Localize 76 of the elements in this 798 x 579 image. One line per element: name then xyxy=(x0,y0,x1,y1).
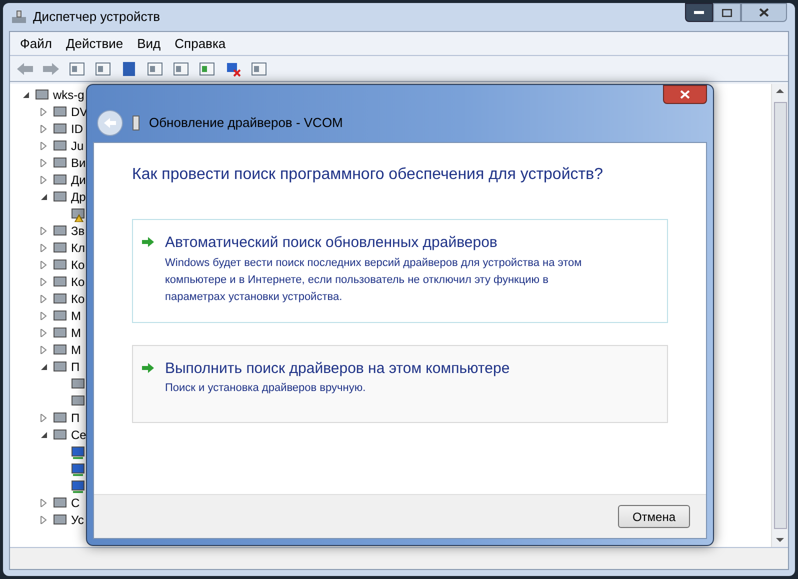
forward-arrow-icon[interactable] xyxy=(42,60,60,76)
window-title: Диспетчер устройств xyxy=(33,8,160,26)
menu-item[interactable]: Справка xyxy=(174,34,226,54)
tree-item[interactable]: Ви xyxy=(71,154,86,172)
tree-item[interactable]: Ко xyxy=(71,256,85,274)
device-icon xyxy=(52,426,68,442)
search-option[interactable]: Выполнить поиск драйверов на этом компьютере Поиск и установка драйверов вручную. xyxy=(132,344,668,422)
device-icon xyxy=(52,154,68,170)
tree-item[interactable]: ID xyxy=(71,120,83,138)
option-description: Windows будет вести поиск последних версий драйверов для устройства на этом компьютере и в Интернете, если пользователь не отключил эту функцию в параметрах установки устройства. xyxy=(165,256,583,304)
close-button[interactable] xyxy=(741,3,787,22)
tree-item[interactable]: П xyxy=(71,358,80,376)
tree-item[interactable]: М xyxy=(71,324,81,342)
warning-device-icon xyxy=(70,206,86,222)
tree-item[interactable]: Ус xyxy=(71,510,84,528)
tree-item[interactable]: С xyxy=(71,494,80,512)
close-icon xyxy=(759,8,769,17)
scrollbar[interactable] xyxy=(771,84,788,547)
device-icon xyxy=(52,342,68,358)
tree-item[interactable]: Др xyxy=(71,188,86,206)
device-icon xyxy=(52,494,68,510)
device-icon xyxy=(52,358,68,374)
cancel-button[interactable]: Отмена xyxy=(618,505,690,528)
tree-item[interactable]: wks-g xyxy=(53,86,84,104)
network-card-icon xyxy=(70,460,86,476)
device-icon xyxy=(52,120,68,136)
device-icon xyxy=(52,290,68,306)
tree-item[interactable]: Ju xyxy=(71,136,84,154)
device-icon xyxy=(52,172,68,188)
device-icon xyxy=(70,376,86,392)
tree-item[interactable]: Кл xyxy=(71,238,85,256)
close-icon xyxy=(680,90,690,99)
tree-item[interactable]: М xyxy=(71,340,81,358)
tree-item[interactable]: Се xyxy=(71,426,86,444)
device-icon xyxy=(52,274,68,290)
device-icon xyxy=(52,324,68,340)
back-arrow-icon[interactable] xyxy=(16,60,34,76)
arrow-icon xyxy=(141,362,155,374)
device-icon xyxy=(52,308,68,324)
device-icon xyxy=(52,222,68,238)
computer-icon xyxy=(11,9,27,25)
tree-item[interactable]: Ко xyxy=(71,290,85,308)
tree-item[interactable]: Ко xyxy=(71,272,85,290)
dialog-heading: Как провести поиск программного обеспечения для устройств? xyxy=(132,165,604,185)
device-icon xyxy=(34,86,50,102)
network-card-icon xyxy=(70,444,86,460)
device-icon xyxy=(52,240,68,256)
device-icon xyxy=(70,392,86,408)
search-option[interactable] xyxy=(132,219,668,322)
maximize-icon xyxy=(722,8,732,16)
maximize-button[interactable] xyxy=(713,3,741,22)
menu-item[interactable]: Вид xyxy=(137,34,161,54)
port-device-icon xyxy=(131,115,141,131)
device-icon xyxy=(52,410,68,426)
option-title: Автоматический поиск обновленных драйверов xyxy=(165,233,498,253)
option-title: Выполнить поиск драйверов на этом компьютере xyxy=(165,358,510,378)
menu-item[interactable]: Файл xyxy=(20,34,52,54)
dialog-title: Обновление драйверов - VCOM xyxy=(149,114,343,132)
back-button[interactable] xyxy=(97,110,123,136)
minimize-button[interactable] xyxy=(685,3,713,22)
device-icon xyxy=(52,138,68,154)
dialog-close-button[interactable] xyxy=(663,85,707,104)
tree-item[interactable]: П xyxy=(71,408,80,426)
device-icon xyxy=(52,512,68,528)
network-card-icon xyxy=(70,478,86,494)
arrow-icon xyxy=(141,236,155,248)
back-arrow-icon xyxy=(103,117,117,129)
tree-item[interactable]: Ди xyxy=(71,170,86,188)
device-icon xyxy=(52,104,68,120)
option-description: Поиск и установка драйверов вручную. xyxy=(165,381,367,396)
menu-item[interactable]: Действие xyxy=(66,34,124,54)
device-icon xyxy=(52,188,68,204)
tree-item[interactable]: М xyxy=(71,306,81,324)
device-icon xyxy=(52,256,68,272)
tree-item[interactable]: Зв xyxy=(71,222,85,240)
minimize-icon xyxy=(694,10,704,14)
